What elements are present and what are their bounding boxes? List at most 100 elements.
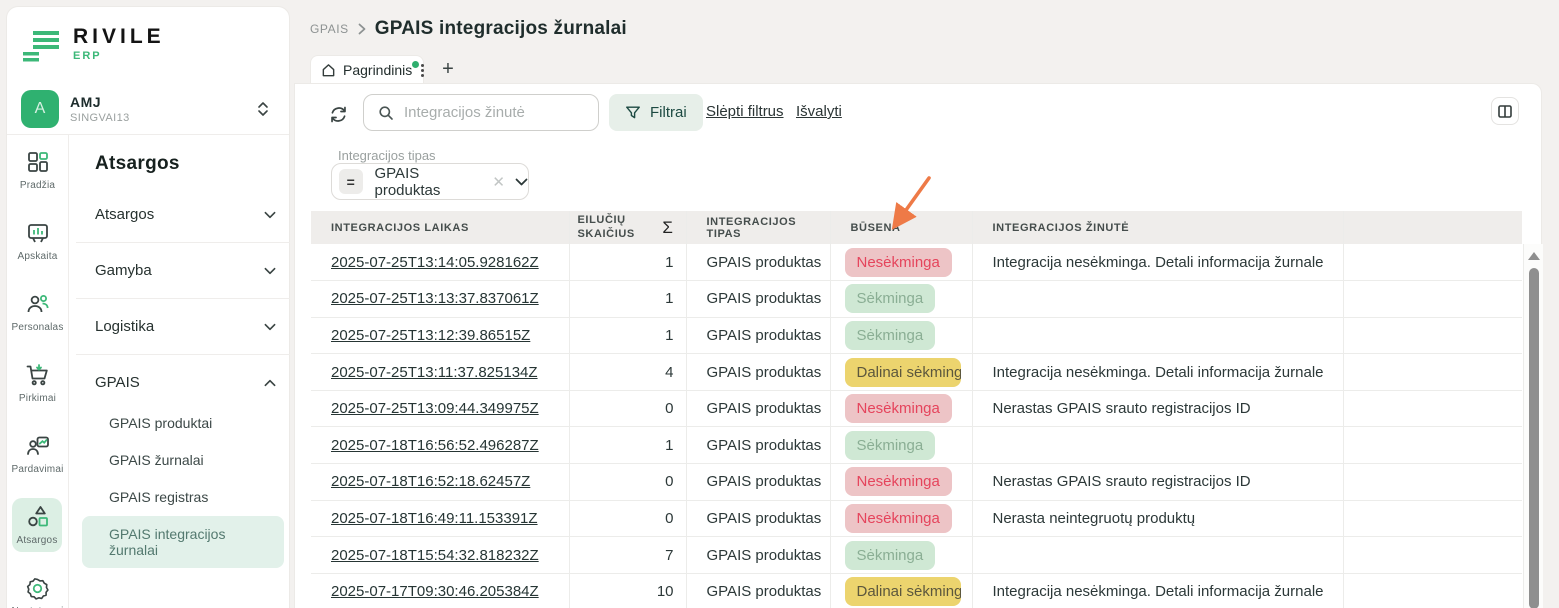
filters-button-label: Filtrai [650,104,687,121]
menu-item-gpais-integracijos-žurnalai[interactable]: GPAIS integracijos žurnalai [82,516,284,568]
column-settings-button[interactable] [1491,97,1519,125]
search-icon [378,105,394,121]
tab-pagrindinis[interactable]: Pagrindinis [310,55,424,84]
clear-chip-icon[interactable]: ✕ [492,173,505,191]
menu-section-gamyba[interactable]: Gamyba [76,249,290,292]
rail-item-pardavimai[interactable]: Pardavimai [7,427,68,481]
status-badge: Sėkminga [845,431,936,460]
menu-item-gpais-žurnalai[interactable]: GPAIS žurnalai [82,442,284,478]
row-message-cell [972,281,1343,318]
row-count-cell: 1 [569,244,686,281]
status-badge: Sėkminga [845,284,936,313]
row-type-cell: GPAIS produktas [686,317,830,354]
chevron-down-icon [264,323,276,331]
table-row: 2025-07-25T13:13:37.837061Z1GPAIS produk… [311,281,1522,318]
page-title: GPAIS integracijos žurnalai [375,18,627,40]
col-header-count[interactable]: Eilučių Skaičius Σ [569,211,686,244]
row-count-cell: 7 [569,537,686,574]
nav-rail: Pradžia Apskaita Personalas Pirkimai Pardavi… [7,143,68,608]
integration-time-link[interactable]: 2025-07-25T13:09:44.349975Z [331,400,539,417]
status-badge: Nesėkminga [845,467,952,496]
row-message-cell: Nerastas GPAIS srauto registracijos ID [972,390,1343,427]
table-row: 2025-07-25T13:11:37.825134Z4GPAIS produk… [311,354,1522,391]
rail-item-label: Personalas [11,322,63,333]
menu-section-label: Gamyba [95,262,152,279]
chevron-updown-icon[interactable] [257,100,269,118]
row-type-cell: GPAIS produktas [686,500,830,537]
row-count-cell: 1 [569,281,686,318]
table-row: 2025-07-25T13:09:44.349975Z0GPAIS produk… [311,390,1522,427]
col-header-time[interactable]: Integracijos laikas [311,211,569,244]
integration-time-link[interactable]: 2025-07-17T09:30:46.205384Z [331,583,539,600]
integration-time-link[interactable]: 2025-07-25T13:11:37.825134Z [331,364,538,381]
row-type-cell: GPAIS produktas [686,573,830,608]
search-box [363,94,599,131]
integration-time-link[interactable]: 2025-07-18T16:49:11.153391Z [331,510,538,527]
row-count-cell: 0 [569,500,686,537]
funnel-icon [625,105,641,121]
col-header-type[interactable]: Integracijos tipas [686,211,830,244]
col-header-message[interactable]: Integracijos žinutė [972,211,1343,244]
menu-section-gpais[interactable]: GPAIS [76,361,290,404]
breadcrumb-parent[interactable]: GPAIS [310,22,349,36]
rail-item-pirkimai[interactable]: Pirkimai [7,356,68,410]
gear-icon [25,575,50,601]
row-count-cell: 1 [569,427,686,464]
integration-time-link[interactable]: 2025-07-25T13:12:39.86515Z [331,327,530,344]
search-input[interactable] [404,104,584,121]
rail-item-pradžia[interactable]: Pradžia [7,143,68,197]
clear-filters-link[interactable]: Išvalyti [796,103,842,120]
chevron-down-icon[interactable] [515,178,528,186]
chevron-up-icon [264,379,276,387]
rail-item-label: Pradžia [20,180,55,191]
integration-time-link[interactable]: 2025-07-25T13:14:05.928162Z [331,254,539,271]
row-extra-cell [1343,573,1522,608]
row-extra-cell [1343,317,1522,354]
status-badge: Sėkminga [845,541,936,570]
filters-button[interactable]: Filtrai [609,94,703,131]
menu-section-atsargos[interactable]: Atsargos [76,193,290,236]
breadcrumb: GPAIS GPAIS integracijos žurnalai [310,18,627,40]
status-badge: Nesėkminga [845,394,952,423]
integration-time-link[interactable]: 2025-07-18T15:54:32.818232Z [331,547,539,564]
menu-item-gpais-registras[interactable]: GPAIS registras [82,479,284,515]
sum-sigma-icon[interactable]: Σ [662,218,673,238]
divider [76,242,290,243]
status-badge: Nesėkminga [845,248,952,277]
home-icon [321,63,336,78]
cart-icon [25,362,50,388]
table-row: 2025-07-25T13:14:05.928162Z1GPAIS produk… [311,244,1522,281]
table-row: 2025-07-25T13:12:39.86515Z1GPAIS produkt… [311,317,1522,354]
integration-time-link[interactable]: 2025-07-25T13:13:37.837061Z [331,290,539,307]
rail-item-apskaita[interactable]: Apskaita [7,214,68,268]
brand-name: RIVILE [73,25,165,49]
dashboard-icon [26,149,50,175]
refresh-icon[interactable] [325,101,351,127]
scrollbar-thumb[interactable] [1529,268,1539,608]
menu-item-gpais-produktai[interactable]: GPAIS produktai [82,405,284,441]
rail-item-nustatymai[interactable]: Nustatymai [7,569,68,608]
user-switcher[interactable]: A AMJ SINGVAI13 [21,87,277,131]
col-header-status[interactable]: Būsena [830,211,972,244]
row-message-cell [972,537,1343,574]
integration-type-select[interactable]: = GPAIS produktas ✕ [331,163,529,200]
equals-operator-icon[interactable]: = [339,169,363,194]
rail-item-atsargos[interactable]: Atsargos [12,498,62,552]
integration-time-link[interactable]: 2025-07-18T16:56:52.496287Z [331,437,539,454]
hide-filters-link[interactable]: Slėpti filtrus [706,103,784,120]
chevron-right-icon [358,23,366,35]
divider [76,354,290,355]
chevron-down-icon [264,211,276,219]
row-message-cell: Integracija nesėkminga. Detali informaci… [972,573,1343,608]
rail-item-personalas[interactable]: Personalas [7,285,68,339]
rivile-logo: RIVILE ERP [21,25,165,63]
integration-time-link[interactable]: 2025-07-18T16:52:18.62457Z [331,473,530,490]
scroll-up-arrow-icon[interactable] [1528,252,1540,260]
status-badge: Sėkminga [845,321,936,350]
menu-section-logistika[interactable]: Logistika [76,305,290,348]
row-type-cell: GPAIS produktas [686,390,830,427]
add-tab-button[interactable]: + [432,55,464,84]
row-extra-cell [1343,244,1522,281]
table-scrollbar[interactable] [1523,244,1543,608]
row-type-cell: GPAIS produktas [686,427,830,464]
